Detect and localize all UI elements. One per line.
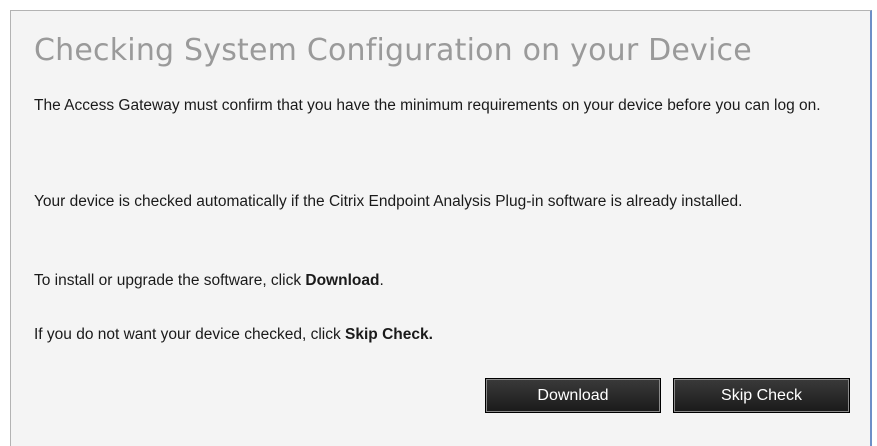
skip-check-emphasis: Skip Check.	[345, 326, 433, 343]
dialog-title: Checking System Configuration on your De…	[34, 33, 752, 68]
requirements-paragraph: The Access Gateway must confirm that you…	[34, 97, 821, 114]
skip-check-button[interactable]: Skip Check	[673, 378, 850, 413]
download-emphasis: Download	[305, 272, 380, 289]
install-instruction-suffix: .	[379, 272, 384, 289]
auto-check-paragraph: Your device is checked automatically if …	[34, 193, 743, 210]
download-button[interactable]: Download	[485, 378, 661, 413]
install-instruction-text: To install or upgrade the software, clic…	[34, 272, 306, 289]
skip-instruction-paragraph: If you do not want your device checked, …	[34, 323, 864, 347]
system-check-dialog: Checking System Configuration on your De…	[10, 10, 872, 446]
skip-instruction-text: If you do not want your device checked, …	[34, 326, 346, 343]
install-instruction-paragraph: To install or upgrade the software, clic…	[34, 269, 864, 293]
